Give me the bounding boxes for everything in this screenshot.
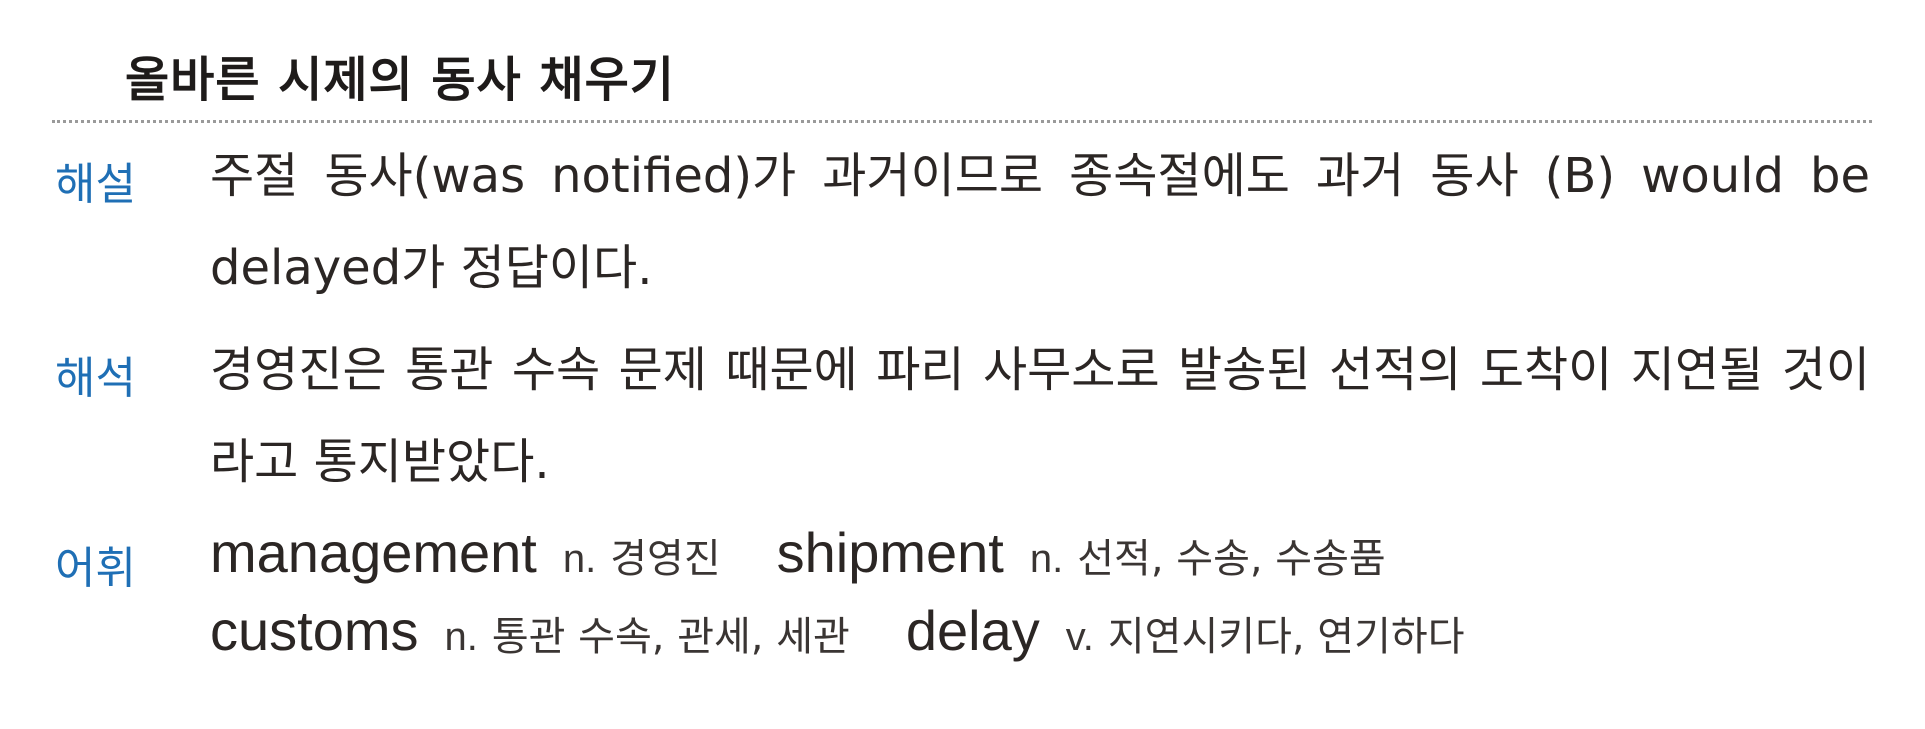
explanation-text: 주절 동사(was notified)가 과거이므로 종속절에도 과거 동사 (…	[210, 148, 1870, 296]
vocabulary-line-1: management n. 경영진 shipment n. 선적, 수송, 수송…	[210, 520, 1386, 585]
vocabulary-line-2: customs n. 통관 수속, 관세, 세관 delay v. 지연시키다,…	[210, 598, 1465, 663]
vocab-meaning: 지연시키다, 연기하다	[1107, 614, 1465, 660]
translation-text: 경영진은 통관 수속 문제 때문에 파리 사무소로 발송된 선적의 도착이 지연…	[210, 342, 1870, 490]
vocab-term: shipment	[776, 521, 1004, 584]
translation-label: 해석	[55, 353, 136, 404]
vocab-meaning: 경영진	[610, 536, 721, 582]
section-title: 올바른 시제의 동사 채우기	[125, 52, 675, 108]
vocab-part-of-speech: n.	[444, 615, 478, 659]
vocab-term: customs	[210, 599, 419, 662]
vocab-meaning: 통관 수속, 관세, 세관	[491, 614, 850, 660]
explanation-label: 해설	[55, 159, 136, 210]
answer-explanation-page: 올바른 시제의 동사 채우기 해설 주절 동사(was notified)가 과…	[0, 0, 1925, 729]
vocab-meaning: 선적, 수송, 수송품	[1077, 536, 1386, 582]
vocab-term: delay	[905, 599, 1040, 662]
vocab-part-of-speech: n.	[1029, 537, 1064, 581]
vocab-term: management	[210, 521, 537, 584]
vocab-part-of-speech: v.	[1065, 615, 1094, 659]
vocab-part-of-speech: n.	[562, 537, 597, 581]
vocabulary-label: 어휘	[55, 543, 136, 594]
dotted-divider	[52, 120, 1872, 123]
